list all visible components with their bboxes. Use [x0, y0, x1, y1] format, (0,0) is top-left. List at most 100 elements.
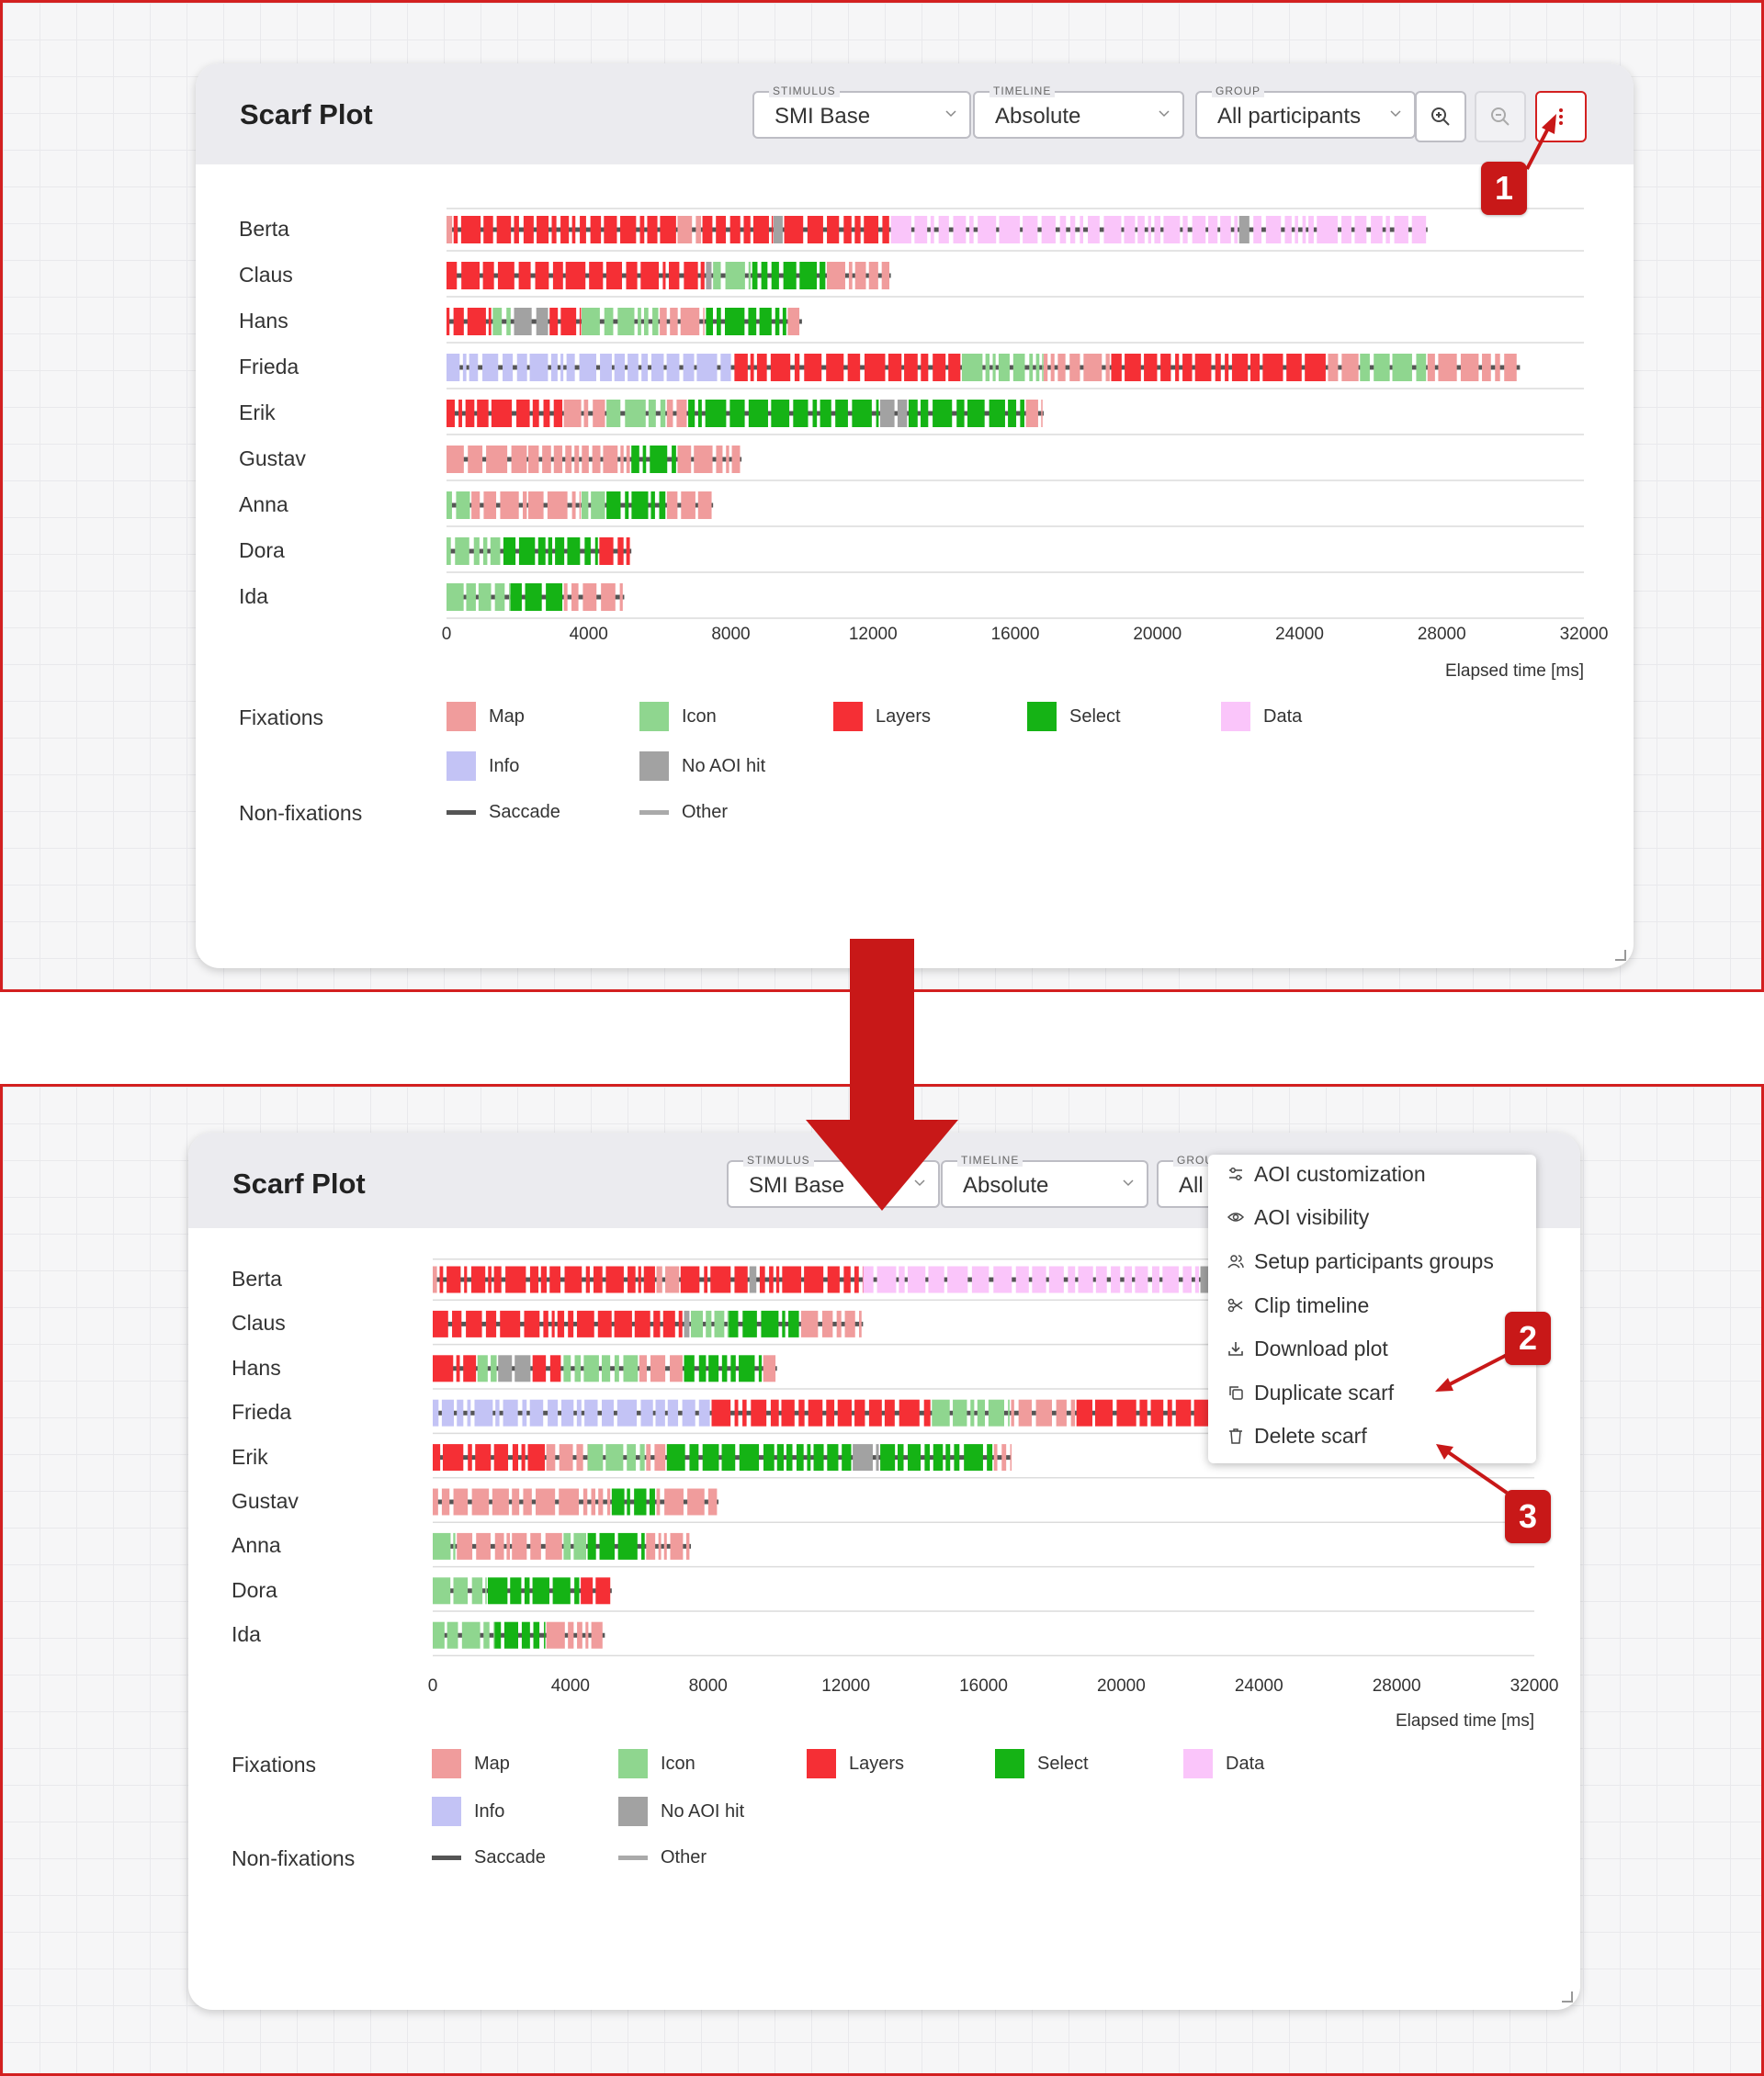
legend-non-fixations-heading: Non-fixations	[239, 801, 363, 825]
x-axis-title: Elapsed time [ms]	[1396, 1711, 1534, 1731]
legend-label: Select	[1069, 706, 1121, 727]
chevron-down-icon	[1159, 110, 1170, 118]
menu-item-label: Duplicate scarf	[1254, 1380, 1395, 1405]
zoom-out-button[interactable]	[1475, 91, 1526, 142]
x-tick-label: 32000	[1510, 1676, 1559, 1696]
legend-non-fixations-heading: Non-fixations	[232, 1846, 356, 1870]
legend-label: Icon	[682, 706, 717, 727]
timeline-select-label: TIMELINE	[957, 1154, 1023, 1167]
x-tick-label: 8000	[688, 1676, 728, 1696]
timeline-select[interactable]: TIMELINE Absolute	[973, 85, 1184, 139]
menu-item-clip-timeline[interactable]: Clip timeline	[1227, 1289, 1369, 1322]
stimulus-select[interactable]: STIMULUS SMI Base	[752, 85, 971, 139]
zoom-in-button[interactable]	[1415, 91, 1466, 142]
group-select-label: GROUP	[1212, 85, 1265, 97]
legend-swatch-icon	[639, 702, 669, 731]
card-title: Scarf Plot	[232, 1168, 366, 1200]
legend-label: Data	[1263, 706, 1303, 727]
participant-label: Ida	[232, 1622, 261, 1647]
x-tick-label: 12000	[848, 625, 898, 644]
legend-label: Info	[489, 756, 520, 776]
x-tick-label: 28000	[1417, 625, 1466, 644]
resize-handle[interactable]	[1562, 1991, 1573, 2003]
legend-swatch-map	[447, 702, 476, 731]
legend-label: Other	[682, 802, 729, 822]
scissors-icon	[1227, 1298, 1243, 1313]
menu-item-label: Download plot	[1254, 1336, 1388, 1360]
legend-label: Map	[489, 706, 525, 727]
participant-label: Ida	[239, 584, 268, 608]
menu-item-aoi-visibility[interactable]: AOI visibility	[1227, 1201, 1369, 1234]
menu-item-label: AOI customization	[1254, 1161, 1426, 1186]
legend-label: No AOI hit	[661, 1801, 745, 1822]
timeline-select[interactable]: TIMELINE Absolute	[941, 1154, 1148, 1208]
trash-icon	[1229, 1428, 1242, 1444]
x-tick-label: 12000	[821, 1676, 871, 1696]
timeline-select-value: Absolute	[995, 104, 1081, 129]
legend-label: Data	[1226, 1754, 1265, 1774]
timeline-select-label: TIMELINE	[989, 85, 1056, 97]
x-axis-title: Elapsed time [ms]	[1445, 661, 1584, 681]
x-tick-label: 24000	[1275, 625, 1324, 644]
users-icon	[1227, 1255, 1244, 1269]
menu-item-delete-scarf[interactable]: Delete scarf	[1227, 1419, 1367, 1452]
x-tick-label: 20000	[1133, 625, 1182, 644]
chevron-down-icon	[914, 1179, 925, 1187]
participant-label: Anna	[232, 1533, 281, 1558]
legend-label: Icon	[661, 1754, 695, 1774]
legend-swatch-info	[447, 751, 476, 781]
participant-label: Anna	[239, 492, 288, 516]
timeline-select-value: Absolute	[963, 1173, 1049, 1198]
menu-item-label: AOI visibility	[1254, 1204, 1370, 1229]
options-menu: AOI customization AOI visibility Setup p…	[1208, 1155, 1536, 1463]
legend-swatch-no-aoi-hit	[639, 751, 669, 781]
x-tick-label: 0	[441, 625, 452, 644]
participant-label: Gustav	[232, 1489, 299, 1513]
participant-label: Erik	[232, 1444, 268, 1469]
legend-line-other	[639, 810, 669, 815]
legend-swatch-info	[432, 1797, 461, 1826]
menu-item-duplicate-scarf[interactable]: Duplicate scarf	[1227, 1376, 1394, 1409]
annotation-badge-1: 1	[1481, 162, 1527, 215]
legend-swatch-data	[1221, 702, 1250, 731]
legend-label: Other	[661, 1847, 707, 1867]
annotation-badge-2: 2	[1505, 1312, 1551, 1365]
group-select[interactable]: GROUP All participants	[1195, 85, 1416, 139]
legend-swatch-data	[1183, 1749, 1213, 1778]
participant-label: Berta	[232, 1267, 282, 1291]
stimulus-select[interactable]: STIMULUS SMI Base	[727, 1154, 940, 1208]
x-tick-label: 4000	[550, 1676, 591, 1696]
x-tick-label: 4000	[569, 625, 608, 644]
legend-label: No AOI hit	[682, 756, 766, 776]
annotation-badge-3: 3	[1505, 1490, 1551, 1543]
group-select-value: All participants	[1217, 104, 1362, 129]
menu-item-label: Delete scarf	[1254, 1423, 1367, 1448]
group-select-value: All	[1179, 1173, 1204, 1198]
x-tick-label: 20000	[1096, 1676, 1146, 1696]
legend-label: Saccade	[489, 802, 560, 822]
legend-line-saccade	[447, 810, 476, 815]
more-vertical-icon	[1559, 108, 1563, 125]
legend-line-saccade	[432, 1856, 461, 1860]
participant-label: Dora	[239, 538, 285, 562]
legend-swatch-no-aoi-hit	[618, 1797, 648, 1826]
zoom-out-icon	[1491, 107, 1510, 126]
resize-handle[interactable]	[1615, 950, 1626, 961]
x-tick-label: 16000	[990, 625, 1040, 644]
legend-line-other	[618, 1856, 648, 1860]
legend-swatch-select	[995, 1749, 1024, 1778]
menu-item-setup-participants-groups[interactable]: Setup participants groups	[1227, 1245, 1494, 1278]
legend-swatch-select	[1027, 702, 1057, 731]
menu-item-label: Setup participants groups	[1254, 1248, 1494, 1273]
legend-swatch-layers	[833, 702, 863, 731]
legend-fixations-heading: Fixations	[232, 1753, 317, 1777]
menu-item-aoi-customization[interactable]: AOI customization	[1227, 1157, 1426, 1190]
participant-label: Gustav	[239, 446, 306, 470]
x-tick-label: 28000	[1372, 1676, 1421, 1696]
x-tick-label: 8000	[711, 625, 751, 644]
x-tick-label: 16000	[959, 1676, 1008, 1696]
more-options-button[interactable]	[1535, 91, 1587, 142]
legend-label: Map	[474, 1754, 510, 1774]
menu-item-download-plot[interactable]: Download plot	[1227, 1332, 1388, 1365]
participant-label: Hans	[239, 309, 288, 333]
